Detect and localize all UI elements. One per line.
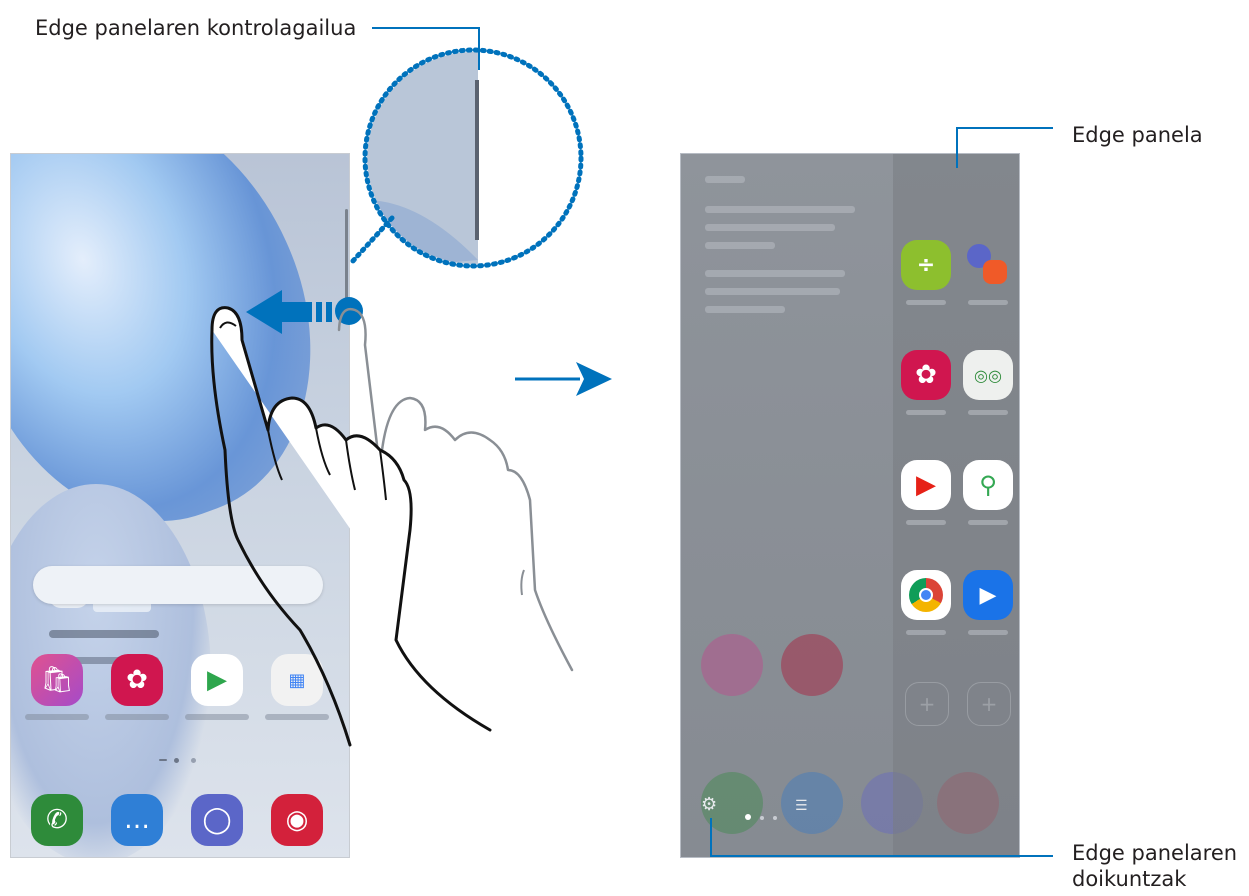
callout-line-settings <box>710 818 1053 857</box>
transition-arrow <box>515 362 612 396</box>
handle-callout-label: Edge panelaren kontrolagailua <box>35 16 357 40</box>
hand-pointer <box>210 306 492 732</box>
settings-callout-label-1: Edge panelaren <box>1072 841 1238 865</box>
panel-callout-label: Edge panela <box>1072 123 1203 147</box>
callout-line-panel <box>956 127 1053 168</box>
settings-callout-label-2: doikuntzak <box>1072 867 1187 891</box>
magnifier-zoom <box>349 47 584 269</box>
annotation-overlay <box>210 27 1053 857</box>
